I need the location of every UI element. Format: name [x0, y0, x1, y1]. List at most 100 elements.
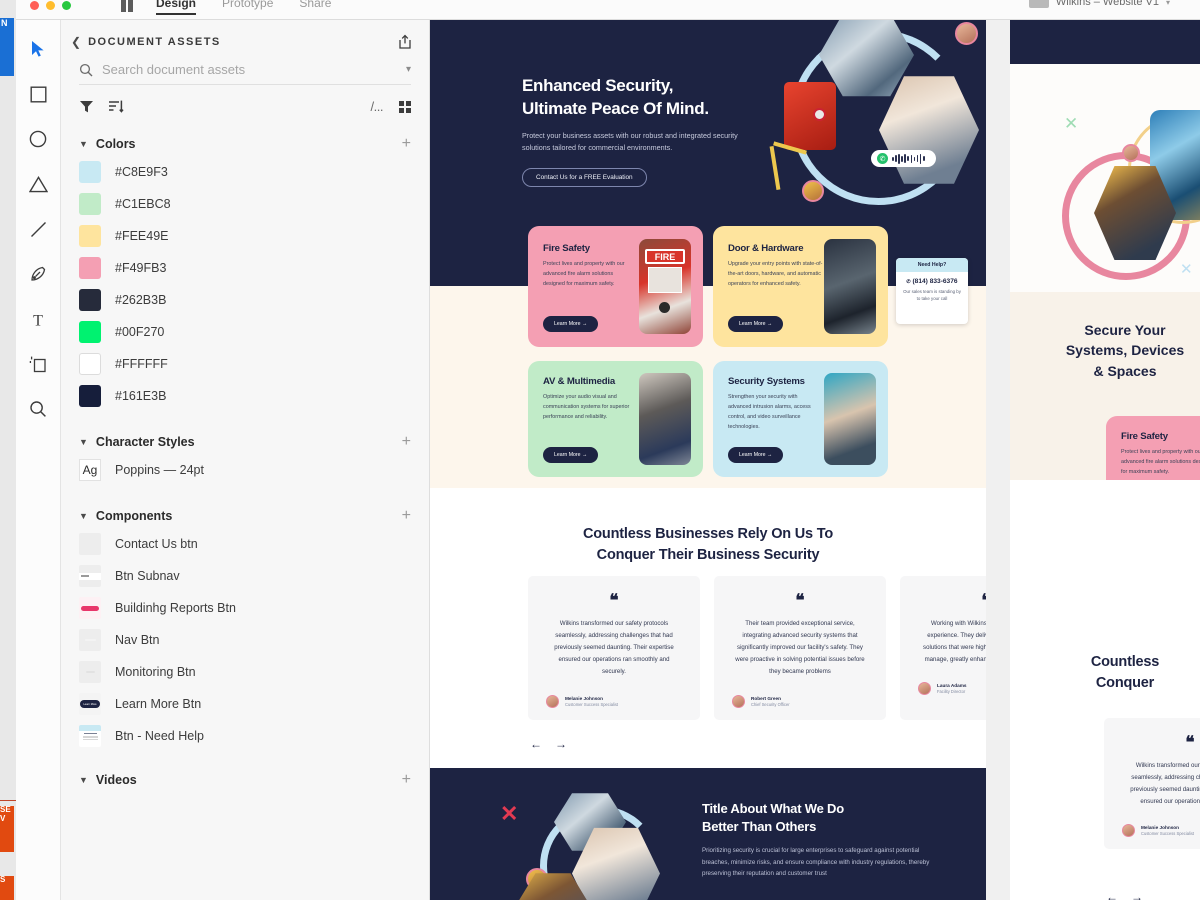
section-header-colors[interactable]: ▼ Colors + [79, 136, 411, 152]
need-help-phone[interactable]: ✆ (814) 833-6376 [896, 272, 968, 288]
service-card-security-systems[interactable]: Security Systems Strengthen your securit… [713, 361, 888, 477]
testimonial-author: Melanie Johnson Customer Success Special… [1122, 824, 1200, 838]
line-tool[interactable] [25, 216, 51, 242]
testimonials-heading-line2: Conquer Their Business Security [596, 547, 820, 564]
learn-more-button[interactable]: Learn More → [728, 316, 784, 332]
background-blue-app-icon[interactable]: N [0, 18, 14, 76]
chevron-down-icon[interactable]: ▼ [79, 139, 88, 149]
testimonial-text: Working with Wilkins was an outstanding … [923, 619, 986, 664]
tab-design[interactable]: Design [156, 0, 197, 15]
artboard-website-v1[interactable]: Enhanced Security, Ultimate Peace Of Min… [430, 20, 986, 900]
ellipse-tool[interactable] [25, 126, 51, 152]
list-item[interactable]: Btn Subnav [61, 560, 429, 592]
testimonial-card[interactable]: ❝ Working with Wilkins was an outstandin… [900, 576, 986, 720]
type-preview: Ag [79, 459, 101, 481]
quote-icon: ❝ [1185, 733, 1195, 752]
rectangle-tool[interactable] [25, 81, 51, 107]
panel-grid-icon[interactable] [121, 0, 135, 12]
arrow-left-icon[interactable]: ← [1106, 890, 1118, 900]
pen-nib-tool[interactable] [25, 261, 51, 287]
list-item[interactable]: Buildinhg Reports Btn [61, 592, 429, 624]
list-item[interactable]: #00F270 [61, 316, 429, 348]
section-label-components: Components [95, 509, 173, 523]
service-card-fire-safety[interactable]: Fire Safety Protect lives and property w… [528, 226, 703, 347]
testimonial-author: Laura Adams Facility Director [918, 682, 986, 696]
window-minimize-button[interactable] [46, 1, 55, 10]
testimonial-card[interactable]: ❝ Wilkins transformed our safety protoco… [528, 576, 700, 720]
service-card-fire-safety[interactable]: Fire Safety Protect lives and property w… [1106, 416, 1200, 480]
funnel-filter-icon[interactable] [79, 99, 94, 114]
learn-more-button[interactable]: Learn More → [728, 447, 784, 463]
window-close-button[interactable] [30, 1, 39, 10]
section-label-colors: Colors [95, 137, 136, 151]
plus-icon[interactable]: + [402, 508, 411, 524]
decorative-x-green: ✕ [1064, 114, 1079, 133]
need-help-card[interactable]: Need Help? ✆ (814) 833-6376 Our sales te… [896, 258, 968, 324]
window-maximize-button[interactable] [62, 1, 71, 10]
plus-icon[interactable]: + [402, 772, 411, 788]
artboard2-top-band [1010, 20, 1200, 64]
artboard-tool[interactable] [25, 351, 51, 377]
chevron-down-icon[interactable]: ▼ [79, 775, 88, 785]
list-item[interactable]: Contact Us btn [61, 528, 429, 560]
section-header-videos[interactable]: ▼ Videos + [79, 772, 411, 788]
plus-icon[interactable]: + [402, 434, 411, 450]
list-item[interactable]: #C1EBC8 [61, 188, 429, 220]
text-tool[interactable]: T [25, 306, 51, 332]
chevron-left-icon[interactable]: ❮ [71, 35, 81, 49]
service-image [639, 373, 691, 465]
chevron-down-icon[interactable]: ▾ [406, 64, 411, 75]
list-item[interactable]: Nav Btn [61, 624, 429, 656]
list-item[interactable]: Learn More Learn More Btn [61, 688, 429, 720]
document-chip[interactable]: Wilkins – Website V1 ▾ [1028, 0, 1170, 8]
list-item[interactable]: #FEE49E [61, 220, 429, 252]
triangle-tool[interactable] [25, 171, 51, 197]
select-tool[interactable] [25, 36, 51, 62]
waveform-icon [892, 153, 925, 164]
decorative-x-blue: ✕ [1180, 261, 1193, 278]
hero-cta-button[interactable]: Contact Us for a FREE Evaluation [522, 168, 647, 188]
search-input[interactable] [102, 62, 397, 77]
list-item[interactable]: #FFFFFF [61, 348, 429, 380]
testimonials-section: Countless Businesses Rely On Us To Conqu… [430, 488, 986, 768]
chevron-down-icon[interactable]: ▼ [79, 511, 88, 521]
arrow-right-icon[interactable]: → [1131, 890, 1143, 900]
avatar [918, 682, 931, 696]
list-item[interactable]: Monitoring Btn [61, 656, 429, 688]
learn-more-button[interactable]: Learn More → [543, 316, 599, 332]
testimonial-card[interactable]: ❝ Their team provided exceptional servic… [714, 576, 886, 720]
artboard-website-v2[interactable]: ✕ ✕ Secure Your Systems, Devices & Space… [1010, 20, 1200, 900]
list-view-icon[interactable]: /... [371, 99, 384, 114]
list-item[interactable]: #262B3B [61, 284, 429, 316]
service-card-door-hardware[interactable]: Door & Hardware Upgrade your entry point… [713, 226, 888, 347]
tab-share[interactable]: Share [299, 0, 331, 15]
chevron-down-icon[interactable]: ▼ [79, 437, 88, 447]
color-swatch [79, 193, 101, 215]
grid-view-icon[interactable] [399, 100, 411, 113]
testimonial-card[interactable]: ❝ Wilkins transformed our safety protoco… [1104, 718, 1200, 850]
background-orange-label-2: S [0, 875, 6, 884]
background-orange-app-1[interactable]: SE V [0, 805, 14, 852]
export-upload-icon[interactable] [397, 34, 413, 50]
section-header-character-styles[interactable]: ▼ Character Styles + [79, 434, 411, 450]
document-title: Wilkins – Website V1 [1055, 0, 1159, 8]
section-header-components[interactable]: ▼ Components + [79, 508, 411, 524]
arrow-right-icon[interactable]: → [555, 737, 567, 751]
background-orange-app-2[interactable]: S [0, 875, 14, 900]
list-item[interactable]: Btn - Need Help [61, 720, 429, 752]
avatar [1122, 824, 1135, 838]
learn-more-button[interactable]: Learn More → [543, 447, 599, 463]
design-canvas[interactable]: Enhanced Security, Ultimate Peace Of Min… [430, 20, 1200, 900]
service-body: Strengthen your security with advanced i… [728, 394, 811, 430]
list-item[interactable]: #F49FB3 [61, 252, 429, 284]
list-item[interactable]: Ag Poppins — 24pt [61, 454, 429, 486]
plus-icon[interactable]: + [402, 136, 411, 152]
sort-descending-icon[interactable] [108, 99, 124, 114]
list-item[interactable]: #C8E9F3 [61, 156, 429, 188]
list-item[interactable]: #161E3B [61, 380, 429, 412]
magnifier-tool[interactable] [25, 396, 51, 422]
chevron-down-icon[interactable]: ▾ [1166, 0, 1170, 7]
arrow-left-icon[interactable]: ← [530, 737, 542, 751]
service-card-av-multimedia[interactable]: AV & Multimedia Optimize your audio visu… [528, 361, 703, 477]
tab-prototype[interactable]: Prototype [222, 0, 273, 15]
